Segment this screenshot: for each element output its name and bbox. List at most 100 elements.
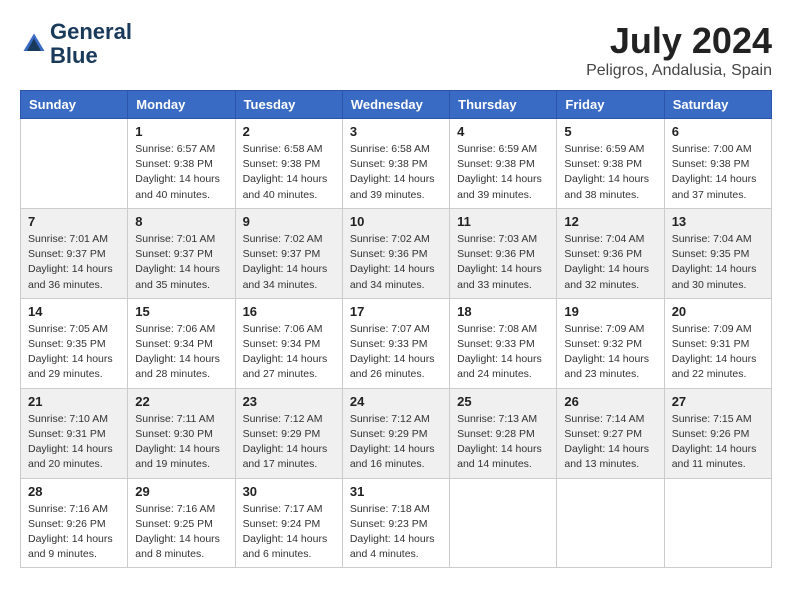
- cell-info: Sunrise: 7:09 AMSunset: 9:31 PMDaylight:…: [672, 322, 764, 383]
- calendar-cell: 11 Sunrise: 7:03 AMSunset: 9:36 PMDayligh…: [450, 208, 557, 298]
- cell-info: Sunrise: 7:06 AMSunset: 9:34 PMDaylight:…: [135, 322, 227, 383]
- cell-info: Sunrise: 7:04 AMSunset: 9:35 PMDaylight:…: [672, 232, 764, 293]
- header-day-saturday: Saturday: [664, 91, 771, 119]
- calendar-cell: 5Sunrise: 6:59 AMSunset: 9:38 PMDaylight…: [557, 119, 664, 209]
- cell-info: Sunrise: 7:16 AMSunset: 9:25 PMDaylight:…: [135, 502, 227, 563]
- calendar-cell: 30 Sunrise: 7:17 AMSunset: 9:24 PMDayligh…: [235, 478, 342, 568]
- calendar-cell: 3 Sunrise: 6:58 AMSunset: 9:38 PMDaylight…: [342, 119, 449, 209]
- day-number: 30: [243, 484, 335, 499]
- day-number: 10: [350, 214, 442, 229]
- day-number: 3: [350, 124, 442, 139]
- header-day-friday: Friday: [557, 91, 664, 119]
- calendar-cell: 1Sunrise: 6:57 AMSunset: 9:38 PMDaylight…: [128, 119, 235, 209]
- calendar-cell: 9 Sunrise: 7:02 AMSunset: 9:37 PMDaylight…: [235, 208, 342, 298]
- calendar-cell: 4Sunrise: 6:59 AMSunset: 9:38 PMDaylight…: [450, 119, 557, 209]
- title-area: July 2024 Peligros, Andalusia, Spain: [586, 20, 772, 80]
- header-day-tuesday: Tuesday: [235, 91, 342, 119]
- day-number: 28: [28, 484, 120, 499]
- calendar-cell: 7 Sunrise: 7:01 AMSunset: 9:37 PMDaylight…: [21, 208, 128, 298]
- calendar-cell: 12 Sunrise: 7:04 AMSunset: 9:36 PMDayligh…: [557, 208, 664, 298]
- cell-info: Sunrise: 7:07 AMSunset: 9:33 PMDaylight:…: [350, 322, 442, 383]
- calendar-week-4: 21Sunrise: 7:10 AMSunset: 9:31 PMDayligh…: [21, 388, 772, 478]
- cell-info: Sunrise: 7:08 AMSunset: 9:33 PMDaylight:…: [457, 322, 549, 383]
- day-number: 27: [672, 394, 764, 409]
- day-number: 15: [135, 304, 227, 319]
- header-day-thursday: Thursday: [450, 91, 557, 119]
- day-number: 16: [243, 304, 335, 319]
- cell-info: Sunrise: 6:58 AMSunset: 9:38 PMDaylight:…: [243, 142, 335, 203]
- cell-info: Sunrise: 7:12 AMSunset: 9:29 PMDaylight:…: [243, 412, 335, 473]
- header: General Blue July 2024 Peligros, Andalus…: [20, 20, 772, 80]
- day-number: 25: [457, 394, 549, 409]
- calendar-cell: 25Sunrise: 7:13 AMSunset: 9:28 PMDayligh…: [450, 388, 557, 478]
- calendar-cell: 8Sunrise: 7:01 AMSunset: 9:37 PMDaylight…: [128, 208, 235, 298]
- cell-info: Sunrise: 7:15 AMSunset: 9:26 PMDaylight:…: [672, 412, 764, 473]
- cell-info: Sunrise: 7:01 AMSunset: 9:37 PMDaylight:…: [28, 232, 120, 293]
- day-number: 24: [350, 394, 442, 409]
- calendar-cell: 21Sunrise: 7:10 AMSunset: 9:31 PMDayligh…: [21, 388, 128, 478]
- day-number: 18: [457, 304, 549, 319]
- cell-info: Sunrise: 6:59 AMSunset: 9:38 PMDaylight:…: [457, 142, 549, 203]
- day-number: 7: [28, 214, 120, 229]
- calendar-cell: 13 Sunrise: 7:04 AMSunset: 9:35 PMDayligh…: [664, 208, 771, 298]
- cell-info: Sunrise: 7:12 AMSunset: 9:29 PMDaylight:…: [350, 412, 442, 473]
- calendar-cell: [21, 119, 128, 209]
- day-number: 29: [135, 484, 227, 499]
- calendar-cell: 10 Sunrise: 7:02 AMSunset: 9:36 PMDayligh…: [342, 208, 449, 298]
- calendar-week-3: 14Sunrise: 7:05 AMSunset: 9:35 PMDayligh…: [21, 298, 772, 388]
- calendar-week-5: 28 Sunrise: 7:16 AMSunset: 9:26 PMDayligh…: [21, 478, 772, 568]
- day-number: 9: [243, 214, 335, 229]
- calendar-cell: 20 Sunrise: 7:09 AMSunset: 9:31 PMDayligh…: [664, 298, 771, 388]
- calendar-table: SundayMondayTuesdayWednesdayThursdayFrid…: [20, 90, 772, 568]
- day-number: 2: [243, 124, 335, 139]
- calendar-body: 1Sunrise: 6:57 AMSunset: 9:38 PMDaylight…: [21, 119, 772, 568]
- logo-icon: [20, 30, 48, 58]
- logo: General Blue: [20, 20, 132, 68]
- calendar-cell: 22 Sunrise: 7:11 AMSunset: 9:30 PMDayligh…: [128, 388, 235, 478]
- calendar-cell: 16 Sunrise: 7:06 AMSunset: 9:34 PMDayligh…: [235, 298, 342, 388]
- calendar-week-1: 1Sunrise: 6:57 AMSunset: 9:38 PMDaylight…: [21, 119, 772, 209]
- cell-info: Sunrise: 6:57 AMSunset: 9:38 PMDaylight:…: [135, 142, 227, 203]
- calendar-cell: 24 Sunrise: 7:12 AMSunset: 9:29 PMDayligh…: [342, 388, 449, 478]
- cell-info: Sunrise: 7:06 AMSunset: 9:34 PMDaylight:…: [243, 322, 335, 383]
- header-row: SundayMondayTuesdayWednesdayThursdayFrid…: [21, 91, 772, 119]
- calendar-cell: [557, 478, 664, 568]
- calendar-cell: 17 Sunrise: 7:07 AMSunset: 9:33 PMDayligh…: [342, 298, 449, 388]
- day-number: 20: [672, 304, 764, 319]
- cell-info: Sunrise: 7:10 AMSunset: 9:31 PMDaylight:…: [28, 412, 120, 473]
- subtitle: Peligros, Andalusia, Spain: [586, 62, 772, 80]
- calendar-cell: 29 Sunrise: 7:16 AMSunset: 9:25 PMDayligh…: [128, 478, 235, 568]
- calendar-cell: 23 Sunrise: 7:12 AMSunset: 9:29 PMDayligh…: [235, 388, 342, 478]
- calendar-cell: 28 Sunrise: 7:16 AMSunset: 9:26 PMDayligh…: [21, 478, 128, 568]
- day-number: 6: [672, 124, 764, 139]
- cell-info: Sunrise: 7:02 AMSunset: 9:37 PMDaylight:…: [243, 232, 335, 293]
- day-number: 12: [564, 214, 656, 229]
- calendar-cell: 31Sunrise: 7:18 AMSunset: 9:23 PMDayligh…: [342, 478, 449, 568]
- day-number: 17: [350, 304, 442, 319]
- calendar-cell: 27 Sunrise: 7:15 AMSunset: 9:26 PMDayligh…: [664, 388, 771, 478]
- calendar-cell: [450, 478, 557, 568]
- cell-info: Sunrise: 7:11 AMSunset: 9:30 PMDaylight:…: [135, 412, 227, 473]
- calendar-cell: 14Sunrise: 7:05 AMSunset: 9:35 PMDayligh…: [21, 298, 128, 388]
- header-day-wednesday: Wednesday: [342, 91, 449, 119]
- day-number: 11: [457, 214, 549, 229]
- day-number: 22: [135, 394, 227, 409]
- day-number: 31: [350, 484, 442, 499]
- day-number: 5: [564, 124, 656, 139]
- cell-info: Sunrise: 7:17 AMSunset: 9:24 PMDaylight:…: [243, 502, 335, 563]
- cell-info: Sunrise: 7:16 AMSunset: 9:26 PMDaylight:…: [28, 502, 120, 563]
- cell-info: Sunrise: 7:02 AMSunset: 9:36 PMDaylight:…: [350, 232, 442, 293]
- day-number: 13: [672, 214, 764, 229]
- day-number: 23: [243, 394, 335, 409]
- calendar-cell: 18 Sunrise: 7:08 AMSunset: 9:33 PMDayligh…: [450, 298, 557, 388]
- header-day-sunday: Sunday: [21, 91, 128, 119]
- cell-info: Sunrise: 6:58 AMSunset: 9:38 PMDaylight:…: [350, 142, 442, 203]
- cell-info: Sunrise: 7:09 AMSunset: 9:32 PMDaylight:…: [564, 322, 656, 383]
- cell-info: Sunrise: 7:03 AMSunset: 9:36 PMDaylight:…: [457, 232, 549, 293]
- cell-info: Sunrise: 7:04 AMSunset: 9:36 PMDaylight:…: [564, 232, 656, 293]
- calendar-header: SundayMondayTuesdayWednesdayThursdayFrid…: [21, 91, 772, 119]
- calendar-cell: 15 Sunrise: 7:06 AMSunset: 9:34 PMDayligh…: [128, 298, 235, 388]
- header-day-monday: Monday: [128, 91, 235, 119]
- cell-info: Sunrise: 7:01 AMSunset: 9:37 PMDaylight:…: [135, 232, 227, 293]
- calendar-cell: [664, 478, 771, 568]
